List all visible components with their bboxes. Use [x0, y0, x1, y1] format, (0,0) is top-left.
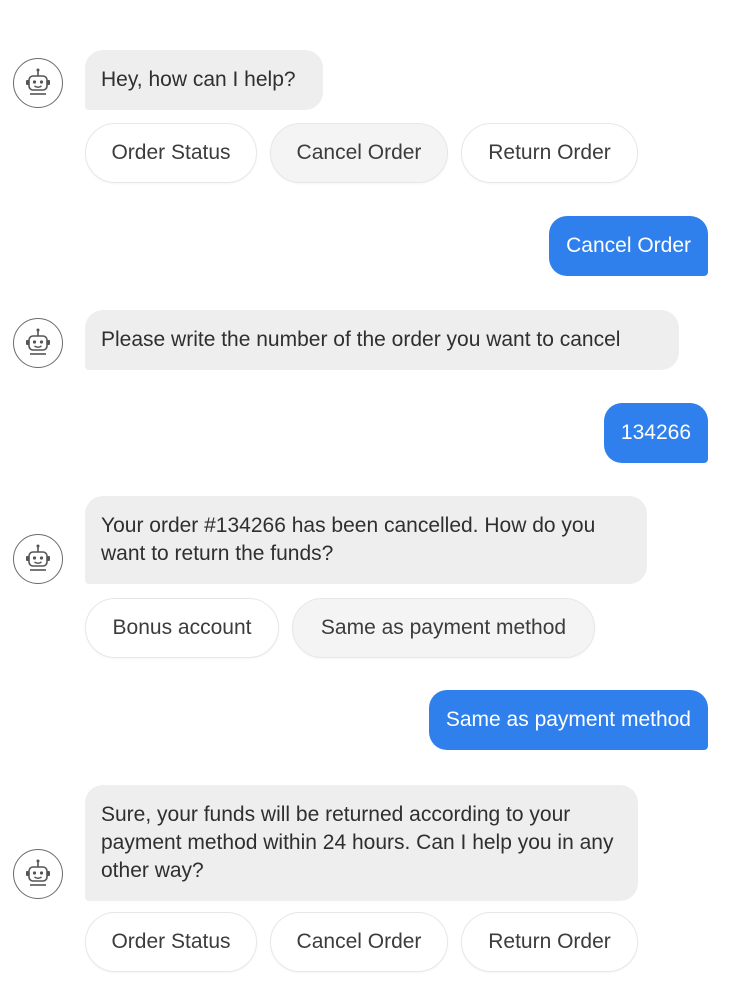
bot-message: Sure, your funds will be returned accord… — [85, 785, 638, 901]
bot-avatar — [13, 534, 63, 584]
user-message: Same as payment method — [428, 690, 708, 750]
bot-message: Hey, how can I help? — [85, 50, 323, 110]
quick-reply-return-order[interactable]: Return Order — [461, 912, 638, 972]
quick-reply-cancel-order[interactable]: Cancel Order — [270, 912, 448, 972]
bot-avatar — [13, 318, 63, 368]
quick-reply-return-order[interactable]: Return Order — [461, 123, 638, 183]
robot-icon — [26, 328, 50, 355]
bot-avatar — [13, 58, 63, 108]
quick-reply-bonus-account[interactable]: Bonus account — [85, 598, 279, 658]
quick-reply-order-status[interactable]: Order Status — [85, 912, 257, 972]
bot-avatar — [13, 849, 63, 899]
bot-message: Please write the number of the order you… — [85, 310, 679, 370]
quick-reply-same-as-payment[interactable]: Same as payment method — [292, 598, 595, 658]
robot-icon — [26, 544, 50, 571]
user-message: 134266 — [603, 403, 708, 463]
quick-reply-cancel-order[interactable]: Cancel Order — [270, 123, 448, 183]
user-message: Cancel Order — [549, 216, 708, 276]
quick-reply-order-status[interactable]: Order Status — [85, 123, 257, 183]
bot-message: Your order #134266 has been cancelled. H… — [85, 496, 647, 584]
robot-icon — [26, 859, 50, 886]
robot-icon — [26, 68, 50, 95]
